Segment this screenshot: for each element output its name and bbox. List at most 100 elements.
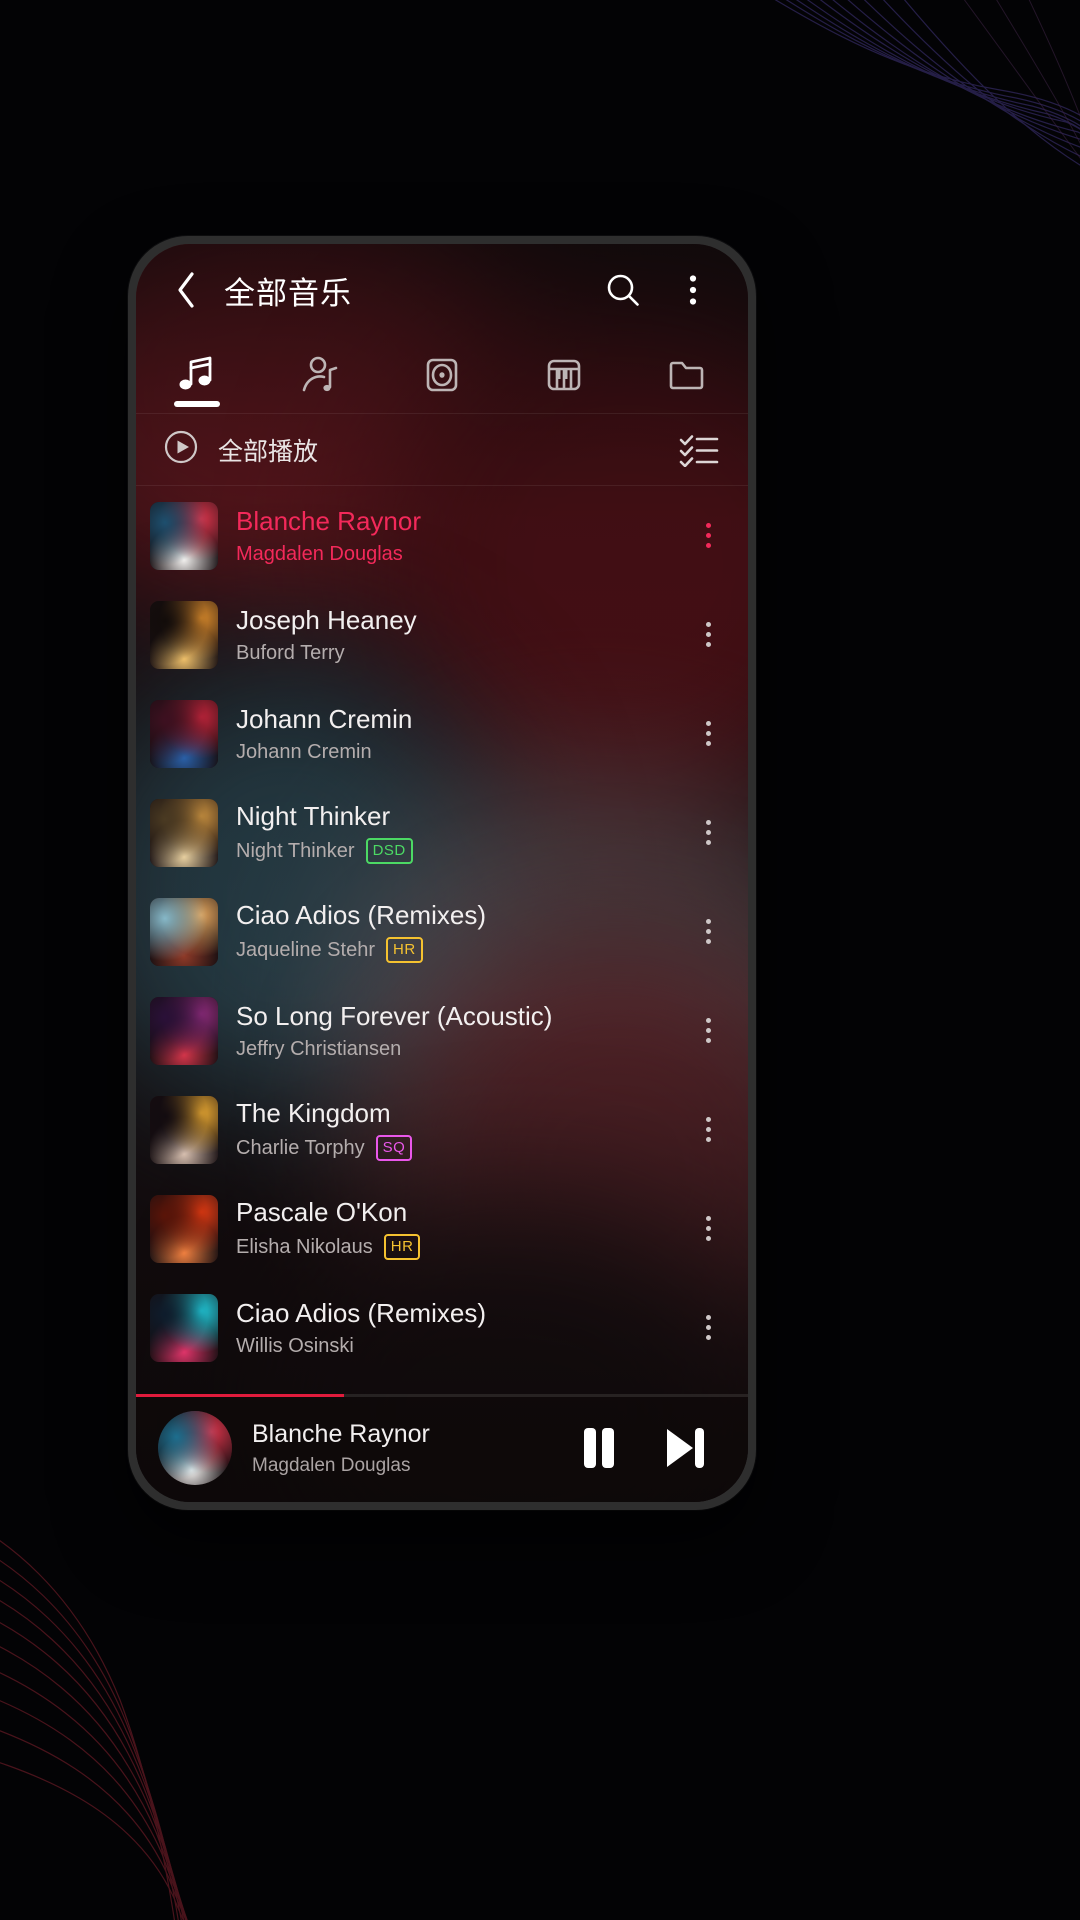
song-subtitle: Elisha Nikolaus HR — [236, 1234, 668, 1260]
song-subtitle: Jeffry Christiansen — [236, 1038, 668, 1061]
song-artist: Night Thinker — [236, 839, 355, 862]
song-overflow-menu-icon[interactable] — [686, 501, 730, 571]
tab-active-indicator — [174, 401, 221, 407]
music-note-icon — [179, 356, 212, 389]
quality-badge: DSD — [365, 838, 413, 864]
mini-player-artwork — [158, 1411, 232, 1485]
song-title: The Kingdom — [236, 1098, 391, 1128]
album-artwork — [150, 1194, 218, 1263]
tab-albums[interactable] — [381, 336, 503, 413]
tab-active-indicator — [541, 401, 587, 407]
song-subtitle: Night Thinker DSD — [236, 838, 668, 864]
more-vertical-icon[interactable] — [666, 263, 720, 317]
quality-badge: SQ — [375, 1135, 413, 1161]
song-subtitle: Jaqueline Stehr HR — [236, 937, 668, 963]
tab-active-indicator — [419, 401, 465, 407]
song-overflow-menu-icon[interactable] — [686, 897, 730, 967]
folder-icon — [669, 361, 704, 389]
song-meta: Night Thinker Night Thinker DSD — [236, 801, 668, 864]
song-overflow-menu-icon[interactable] — [686, 1293, 730, 1363]
quality-badge: HR — [383, 1234, 421, 1260]
song-title: Blanche Raynor — [236, 505, 421, 536]
tab-active-indicator — [664, 401, 710, 407]
song-row[interactable]: Ciao Adios (Remixes) Willis Osinski — [136, 1278, 748, 1377]
song-overflow-menu-icon[interactable] — [686, 600, 730, 670]
song-artist: Johann Cremin — [236, 740, 372, 763]
album-disc-icon — [426, 358, 458, 391]
tab-folders[interactable] — [626, 336, 748, 413]
song-meta: Ciao Adios (Remixes) Willis Osinski — [236, 1298, 668, 1358]
song-row[interactable]: The Kingdom Charlie Torphy SQ — [136, 1080, 748, 1179]
mini-player[interactable]: Blanche Raynor Magdalen Douglas — [136, 1394, 748, 1502]
album-artwork — [150, 996, 218, 1065]
song-meta: Pascale O'Kon Elisha Nikolaus HR — [236, 1197, 668, 1260]
phone-screen: 全部音乐 全部播放 Blanche Raynor Magdalen Dougla… — [136, 244, 748, 1502]
song-row[interactable]: So Long Forever (Acoustic) Jeffry Christi… — [136, 981, 748, 1080]
mini-player-title: Blanche Raynor — [252, 1419, 430, 1448]
song-row[interactable]: Johann Cremin Johann Cremin — [136, 684, 748, 783]
song-row[interactable]: Joseph Heaney Buford Terry — [136, 585, 748, 684]
song-artist: Magdalen Douglas — [236, 542, 403, 565]
song-title: Joseph Heaney — [236, 604, 417, 635]
search-icon[interactable] — [596, 263, 650, 317]
album-artwork — [150, 501, 218, 570]
song-title: So Long Forever (Acoustic) — [236, 1000, 553, 1031]
song-subtitle: Charlie Torphy SQ — [236, 1135, 668, 1161]
tab-active-indicator — [297, 401, 343, 407]
mini-player-meta: Blanche Raynor Magdalen Douglas — [252, 1420, 546, 1477]
artist-icon — [302, 356, 337, 391]
tab-genres[interactable] — [503, 336, 625, 413]
song-title: Johann Cremin — [236, 703, 413, 734]
song-overflow-menu-icon[interactable] — [686, 1194, 730, 1264]
song-overflow-menu-icon[interactable] — [686, 798, 730, 868]
song-row[interactable]: Blanche Raynor Magdalen Douglas — [136, 486, 748, 585]
checklist-icon[interactable] — [674, 425, 724, 475]
phone-device-frame: 全部音乐 全部播放 Blanche Raynor Magdalen Dougla… — [128, 236, 756, 1510]
song-row[interactable]: Pascale O'Kon Elisha Nikolaus HR — [136, 1179, 748, 1278]
playback-progress-bar[interactable] — [136, 1394, 748, 1397]
tab-artists[interactable] — [258, 336, 380, 413]
song-artist: Buford Terry — [236, 641, 345, 664]
piano-keys-icon — [548, 359, 581, 390]
song-artist: Jaqueline Stehr — [236, 938, 375, 961]
song-title: Ciao Adios (Remixes) — [236, 900, 486, 930]
song-meta: Johann Cremin Johann Cremin — [236, 704, 668, 764]
album-artwork — [150, 1293, 218, 1362]
song-title: Pascale O'Kon — [236, 1197, 408, 1227]
song-title: Ciao Adios (Remixes) — [236, 1297, 486, 1328]
chevron-left-icon[interactable] — [164, 268, 208, 312]
song-row[interactable]: Ciao Adios (Remixes) Jaqueline Stehr HR — [136, 882, 748, 981]
song-subtitle: Johann Cremin — [236, 741, 668, 764]
song-artist: Willis Osinski — [236, 1334, 354, 1357]
play-all-bar[interactable]: 全部播放 — [136, 414, 748, 486]
song-row[interactable]: Night Thinker Night Thinker DSD — [136, 783, 748, 882]
album-artwork — [150, 1095, 218, 1164]
mini-player-artist: Magdalen Douglas — [252, 1454, 411, 1476]
pause-icon[interactable] — [566, 1415, 632, 1481]
library-tab-bar — [136, 336, 748, 414]
song-subtitle: Magdalen Douglas — [236, 543, 668, 566]
song-overflow-menu-icon[interactable] — [686, 996, 730, 1066]
song-meta: Blanche Raynor Magdalen Douglas — [236, 506, 668, 566]
song-subtitle: Willis Osinski — [236, 1335, 668, 1358]
song-overflow-menu-icon[interactable] — [686, 1095, 730, 1165]
song-list[interactable]: Blanche Raynor Magdalen Douglas Joseph Hea… — [136, 486, 748, 1394]
play-circle-icon[interactable] — [160, 426, 202, 473]
song-title: Night Thinker — [236, 801, 391, 831]
song-artist: Elisha Nikolaus — [236, 1235, 373, 1258]
song-artist: Charlie Torphy — [236, 1136, 365, 1159]
tab-songs[interactable] — [136, 336, 258, 413]
album-artwork — [150, 897, 218, 966]
play-all-label: 全部播放 — [218, 437, 319, 466]
song-overflow-menu-icon[interactable] — [686, 699, 730, 769]
album-artwork — [150, 699, 218, 768]
skip-next-icon[interactable] — [652, 1415, 718, 1481]
song-meta: Ciao Adios (Remixes) Jaqueline Stehr HR — [236, 900, 668, 963]
song-meta: Joseph Heaney Buford Terry — [236, 605, 668, 665]
page-title: 全部音乐 — [224, 275, 352, 311]
song-subtitle: Buford Terry — [236, 642, 668, 665]
song-meta: So Long Forever (Acoustic) Jeffry Christi… — [236, 1001, 668, 1061]
app-bar: 全部音乐 — [136, 244, 748, 336]
album-artwork — [150, 600, 218, 669]
song-meta: The Kingdom Charlie Torphy SQ — [236, 1098, 668, 1161]
